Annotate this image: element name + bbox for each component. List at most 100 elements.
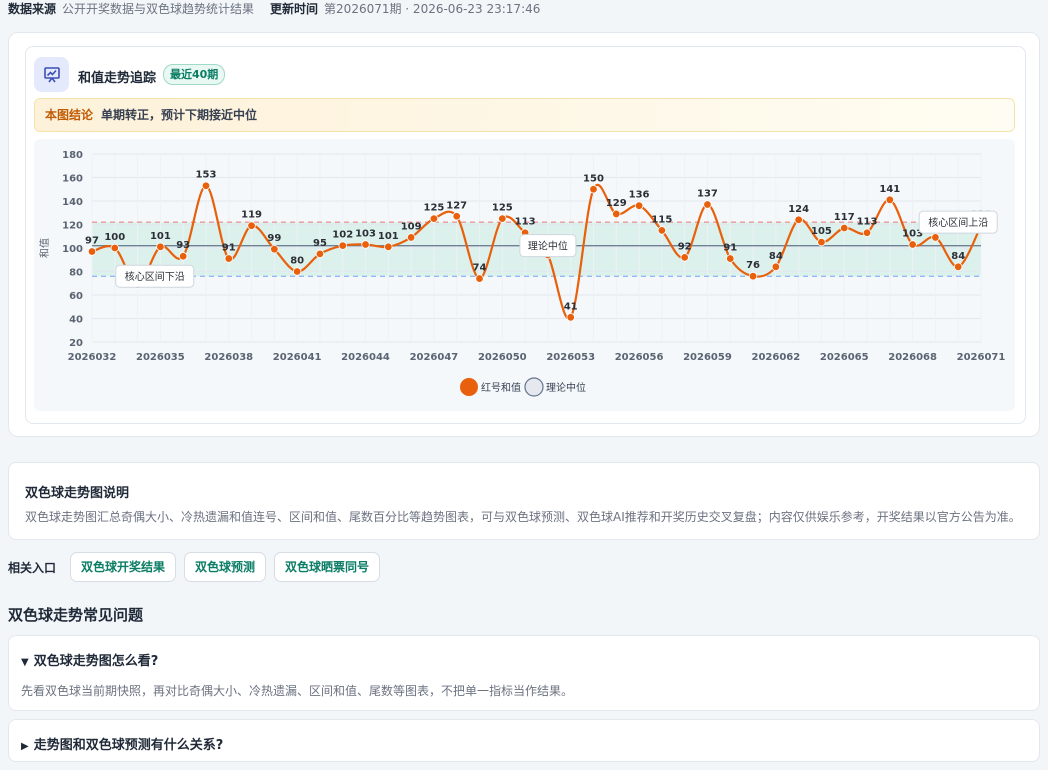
- data-point: [954, 262, 963, 271]
- data-point: [817, 237, 826, 247]
- x-tick-label: 2026038: [204, 352, 253, 363]
- conclusion-bar: 本图结论 单期转正，预计下期接近中位: [34, 98, 1015, 132]
- triangle-down-icon: ▼: [21, 657, 29, 668]
- data-point: [703, 200, 712, 209]
- data-label: 124: [788, 204, 809, 215]
- data-point: [840, 223, 849, 233]
- source-value: 公开开奖数据与双色球趋势统计结果: [62, 2, 255, 16]
- data-label: 97: [85, 236, 99, 247]
- related-label: 相关入口: [8, 560, 57, 575]
- legend-marker-series: [460, 378, 478, 396]
- x-tick-label: 2026068: [888, 352, 937, 363]
- data-label: 137: [697, 189, 718, 200]
- data-label: 109: [401, 221, 422, 232]
- data-label: 41: [564, 301, 578, 312]
- data-point: [87, 247, 97, 256]
- data-point: [201, 181, 211, 190]
- faq-question[interactable]: ▼ 双色球走势图怎么看?: [21, 650, 158, 669]
- data-point: [361, 240, 370, 249]
- data-label: 101: [378, 231, 399, 242]
- data-point: [475, 274, 484, 283]
- data-point: [384, 242, 393, 252]
- data-label: 150: [583, 173, 604, 184]
- period-badge: 最近40期: [163, 64, 226, 85]
- y-tick-label: 180: [62, 150, 83, 161]
- y-tick-label: 40: [69, 315, 83, 326]
- data-point: [931, 233, 940, 242]
- reference-callout-label: 核心区间下沿: [125, 270, 185, 283]
- x-tick-label: 2026035: [136, 352, 185, 363]
- data-point: [224, 254, 233, 263]
- data-label: 125: [423, 203, 444, 214]
- data-label: 129: [606, 198, 627, 209]
- data-point: [771, 262, 781, 271]
- chart-trend-icon: [34, 57, 69, 92]
- y-tick-label: 80: [69, 268, 83, 279]
- data-label: 113: [515, 217, 536, 228]
- faq-item[interactable]: ▶ 走势图和双色球预测有什么关系?: [8, 719, 1040, 762]
- data-point: [634, 201, 644, 210]
- update-label: 更新时间: [270, 2, 319, 16]
- x-tick-label: 2026053: [546, 352, 595, 363]
- data-label: 93: [176, 240, 190, 251]
- data-label: 74: [473, 263, 487, 274]
- related-links: 相关入口 双色球开奖结果 双色球预测 双色球晒票同号: [8, 552, 381, 582]
- data-label: 84: [769, 251, 783, 262]
- data-label: 105: [811, 226, 832, 237]
- y-tick-label: 120: [62, 221, 83, 232]
- reference-callout-label: 核心区间上沿: [928, 216, 988, 229]
- data-label: 125: [492, 203, 513, 214]
- data-label: 103: [355, 228, 376, 239]
- data-point: [498, 214, 507, 223]
- description-card: 双色球走势图说明 双色球走势图汇总奇偶大小、冷热遗漏和值连号、区间和值、尾数百分…: [8, 462, 1040, 540]
- faq-question-text: 走势图和双色球预测有什么关系?: [33, 738, 224, 753]
- data-label: 119: [241, 210, 262, 221]
- data-point: [908, 240, 917, 249]
- x-tick-label: 2026071: [957, 352, 1006, 363]
- chart-trend-icon-svg: [43, 66, 60, 82]
- x-tick-label: 2026056: [615, 352, 664, 363]
- x-tick-label: 2026047: [410, 352, 459, 363]
- faq-answer: 先看双色球当前期快照，再对比奇偶大小、冷热遗漏、区间和值、尾数等图表，不把单一指…: [21, 684, 574, 698]
- data-point: [156, 242, 165, 252]
- data-point: [862, 228, 872, 237]
- data-label: 91: [723, 243, 737, 254]
- data-label: 101: [150, 231, 171, 242]
- description-text: 双色球走势图汇总奇偶大小、冷热遗漏和值连号、区间和值、尾数百分比等趋势图表，可与…: [25, 510, 1021, 524]
- link-prediction[interactable]: 双色球预测: [184, 552, 267, 582]
- y-tick-label: 160: [62, 174, 83, 185]
- link-ticket-share[interactable]: 双色球晒票同号: [274, 552, 381, 582]
- data-label: 113: [857, 217, 878, 228]
- data-point: [178, 252, 188, 261]
- x-tick-label: 2026050: [478, 352, 527, 363]
- data-label: 80: [290, 256, 304, 267]
- description-title: 双色球走势图说明: [25, 486, 130, 501]
- chart-area: 20 40 60 80 100 120 140 160 180 2026032 2026035 202…: [34, 139, 1015, 411]
- data-point: [680, 253, 689, 262]
- x-tick-label: 2026041: [273, 352, 322, 363]
- data-label: 115: [651, 214, 672, 225]
- data-point: [657, 226, 667, 235]
- triangle-right-icon: ▶: [21, 741, 29, 752]
- data-point: [292, 267, 302, 276]
- data-point: [794, 215, 803, 224]
- meta-bar: 数据来源 公开开奖数据与双色球趋势统计结果 更新时间 第2026071期 · 2026…: [8, 0, 540, 16]
- data-label: 95: [313, 238, 327, 249]
- faq-heading: 双色球走势常见问题: [8, 606, 144, 624]
- faq-question[interactable]: ▶ 走势图和双色球预测有什么关系?: [21, 734, 223, 753]
- legend-label-series: 红号和值: [481, 381, 521, 394]
- data-label: 84: [951, 251, 965, 262]
- data-point: [270, 244, 279, 254]
- data-point: [338, 241, 347, 250]
- sum-trend-chart: 20 40 60 80 100 120 140 160 180 2026032 2026035 202…: [38, 150, 1006, 397]
- link-draw-results[interactable]: 双色球开奖结果: [70, 552, 177, 582]
- data-point: [110, 243, 119, 253]
- faq-item[interactable]: ▼ 双色球走势图怎么看? 先看双色球当前期快照，再对比奇偶大小、冷热遗漏、区间和值…: [8, 635, 1040, 711]
- data-point: [589, 185, 598, 194]
- trend-card: 和值走势追踪 最近40期 本图结论 单期转正，预计下期接近中位 20 40 60 80 1…: [25, 46, 1026, 424]
- data-point: [406, 233, 416, 242]
- data-label: 117: [834, 212, 855, 223]
- legend-label-median: 理论中位: [546, 381, 586, 394]
- y-tick-label: 140: [62, 197, 83, 208]
- data-point: [885, 195, 895, 205]
